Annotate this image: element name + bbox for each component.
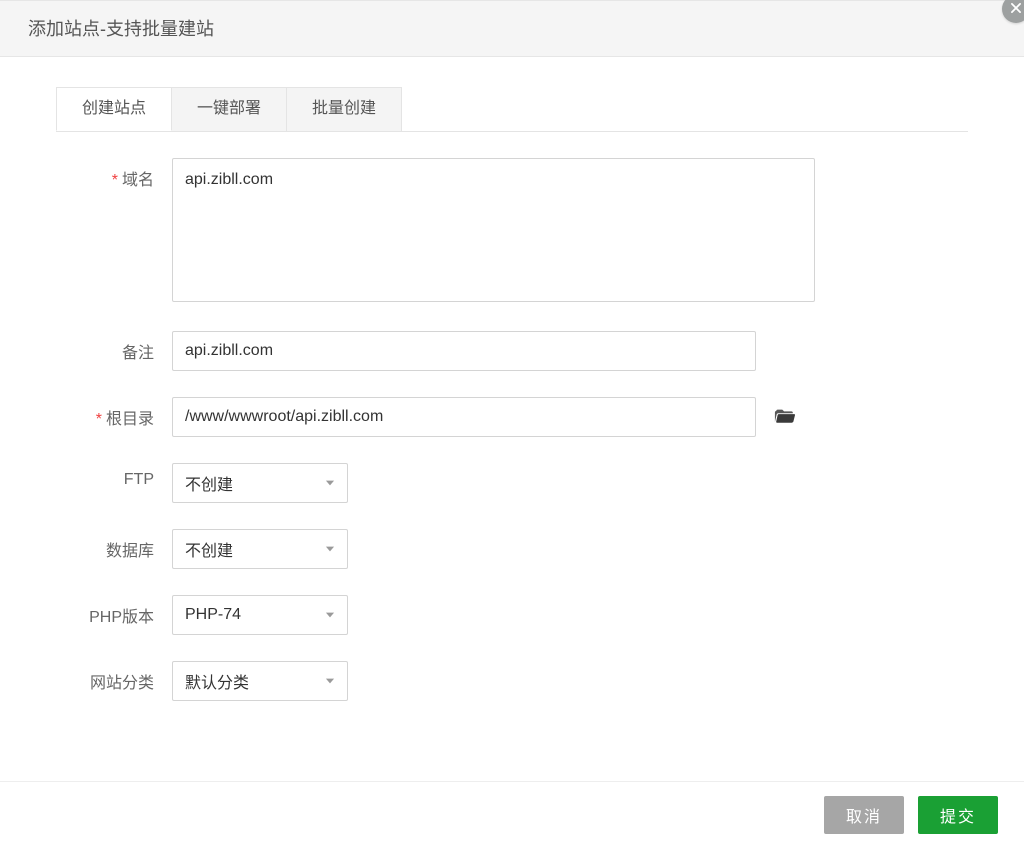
site-form: *域名 api.zibll.com 备注 *根目录 [56,132,968,701]
cancel-button[interactable]: 取消 [824,796,904,834]
row-domain: *域名 api.zibll.com [56,158,968,305]
modal-footer: 取消 提交 [0,781,1024,847]
label-ftp: FTP [56,463,172,489]
site-category-select[interactable]: 默认分类 [172,661,348,701]
chevron-down-icon [323,608,337,622]
database-select[interactable]: 不创建 [172,529,348,569]
add-site-modal: 添加站点-支持批量建站 创建站点 一键部署 批量创建 *域名 api.zibll… [0,0,1024,847]
row-php-version: PHP版本 PHP-74 [56,595,968,635]
remark-input[interactable] [172,331,756,371]
chevron-down-icon [323,542,337,556]
tab-batch-create[interactable]: 批量创建 [286,87,402,131]
close-icon [1009,1,1023,18]
chevron-down-icon [323,674,337,688]
row-remark: 备注 [56,331,968,371]
label-database: 数据库 [56,529,172,561]
label-root-dir: *根目录 [56,397,172,429]
folder-open-icon [774,405,796,430]
label-remark: 备注 [56,331,172,363]
label-domain: *域名 [56,158,172,190]
modal-title: 添加站点-支持批量建站 [0,1,1024,57]
row-root-dir: *根目录 [56,397,968,437]
row-ftp: FTP 不创建 [56,463,968,503]
label-php-version: PHP版本 [56,595,172,627]
php-version-select[interactable]: PHP-74 [172,595,348,635]
submit-button[interactable]: 提交 [918,796,998,834]
row-site-category: 网站分类 默认分类 [56,661,968,701]
tab-one-click-deploy[interactable]: 一键部署 [171,87,287,131]
tab-create-site[interactable]: 创建站点 [56,87,172,131]
ftp-select[interactable]: 不创建 [172,463,348,503]
browse-folder-button[interactable] [774,405,796,430]
php-version-select-value: PHP-74 [185,606,241,624]
site-category-select-value: 默认分类 [185,669,249,693]
label-site-category: 网站分类 [56,661,172,693]
tabs: 创建站点 一键部署 批量创建 [56,87,968,132]
chevron-down-icon [323,476,337,490]
root-dir-input[interactable] [172,397,756,437]
domain-input[interactable]: api.zibll.com [172,158,815,302]
row-database: 数据库 不创建 [56,529,968,569]
database-select-value: 不创建 [185,537,233,561]
ftp-select-value: 不创建 [185,471,233,495]
